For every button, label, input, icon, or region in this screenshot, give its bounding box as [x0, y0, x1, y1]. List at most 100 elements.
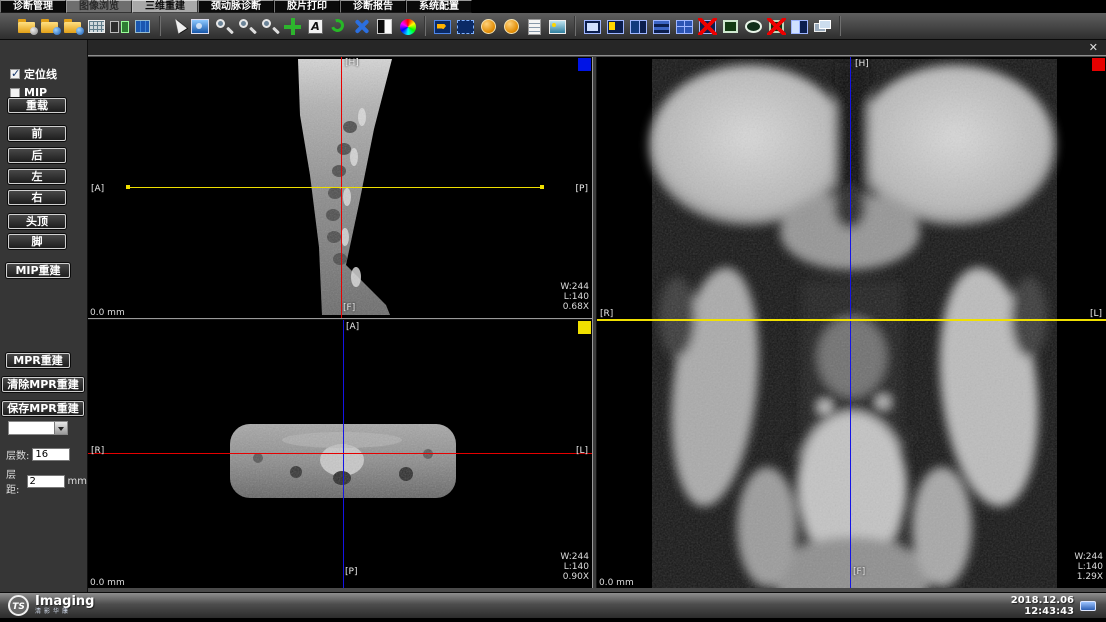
- coronal-viewport[interactable]: [H] [R] [L] [F] W:244 L:140 1.29X 0.0 mm: [597, 57, 1106, 588]
- archive-icon[interactable]: [132, 16, 153, 37]
- sagittal-crosshair-horizontal[interactable]: [128, 187, 542, 188]
- roi-ellipse-icon[interactable]: [743, 16, 764, 37]
- roi-rect-icon[interactable]: [720, 16, 741, 37]
- import-folder-icon[interactable]: [40, 16, 61, 37]
- menu-tab-3[interactable]: 三维重建: [132, 0, 198, 13]
- close-icon[interactable]: ✕: [1089, 41, 1098, 55]
- zoom-value: 0.68X: [560, 302, 589, 312]
- axial-crosshair-vertical[interactable]: [343, 320, 344, 588]
- layout-2col-icon[interactable]: [628, 16, 649, 37]
- preset-dropdown[interactable]: [8, 421, 68, 435]
- report-icon[interactable]: [524, 16, 545, 37]
- film-icon[interactable]: [455, 16, 476, 37]
- rotate-ccw-icon[interactable]: [501, 16, 522, 37]
- layout-rows-icon[interactable]: [651, 16, 672, 37]
- cursor-icon[interactable]: [167, 16, 188, 37]
- crosshair-endpoint[interactable]: [540, 185, 544, 189]
- localizer-checkbox[interactable]: [10, 69, 20, 79]
- menu-tab-7[interactable]: 系统配置: [406, 0, 472, 13]
- sagittal-stats: W:244 L:140 0.68X: [560, 282, 589, 312]
- window-value: W:244: [560, 552, 589, 562]
- coronal-position: 0.0 mm: [599, 578, 634, 588]
- zoom-value: 1.29X: [1074, 572, 1103, 582]
- axial-position: 0.0 mm: [90, 578, 125, 588]
- orientation-label-top: [H]: [345, 58, 359, 68]
- axial-crosshair-horizontal[interactable]: [88, 453, 592, 454]
- slice-gap-input[interactable]: [27, 475, 65, 488]
- dropdown-arrow-icon[interactable]: [54, 422, 67, 434]
- slice-gap-unit: mm: [68, 476, 87, 487]
- menu-tab-5[interactable]: 胶片打印: [274, 0, 340, 13]
- export-folder-icon[interactable]: [63, 16, 84, 37]
- menu-tab-6[interactable]: 诊断报告: [340, 0, 406, 13]
- toolbar-separator: [574, 16, 576, 36]
- layout-clear-icon[interactable]: [697, 16, 718, 37]
- coronal-corner-marker[interactable]: [1092, 58, 1105, 71]
- orientation-label-right: [P]: [576, 184, 588, 194]
- axial-mri-image: [88, 320, 592, 588]
- foot-button[interactable]: 脚: [8, 234, 66, 249]
- left-button[interactable]: 左: [8, 169, 66, 184]
- status-bar: TS Imaging 清影华康 2018.12.06 12:43:43: [0, 592, 1106, 618]
- preset-dropdown-value: [9, 422, 54, 434]
- coronal-mri-image: [597, 57, 1106, 588]
- brand-name: Imaging: [35, 595, 94, 608]
- head-button[interactable]: 头顶: [8, 214, 66, 229]
- mpr-rebuild-button[interactable]: MPR重建: [6, 353, 70, 368]
- save-image-icon[interactable]: [547, 16, 568, 37]
- mip-rebuild-button[interactable]: MIP重建: [6, 263, 70, 278]
- layout-overlay-icon[interactable]: [605, 16, 626, 37]
- menu-tab-2[interactable]: 图像浏览: [66, 0, 132, 13]
- coronal-crosshair-horizontal[interactable]: [597, 319, 1106, 321]
- invert-icon[interactable]: [374, 16, 395, 37]
- axial-corner-marker[interactable]: [578, 321, 591, 334]
- worklist-icon[interactable]: [86, 16, 107, 37]
- fit-window-icon[interactable]: [351, 16, 372, 37]
- toolbar-separator: [839, 16, 841, 36]
- zoom-icon[interactable]: [213, 16, 234, 37]
- pseudo-color-icon[interactable]: [397, 16, 418, 37]
- sagittal-corner-marker[interactable]: [578, 58, 591, 71]
- orientation-label-left: [R]: [91, 446, 104, 456]
- orientation-label-right: [L]: [576, 446, 588, 456]
- toolbar-separator: [424, 16, 426, 36]
- orientation-label-right: [L]: [1090, 309, 1102, 319]
- anterior-button[interactable]: 前: [8, 126, 66, 141]
- axial-viewport[interactable]: [A] [R] [L] [P] W:244 L:140 0.90X 0.0 mm: [88, 320, 592, 588]
- sagittal-viewport[interactable]: [H] [A] [P] [F] W:244 L:140 0.68X 0.0 mm: [88, 57, 592, 318]
- zoom-region-icon[interactable]: [236, 16, 257, 37]
- layout-columns-icon[interactable]: [789, 16, 810, 37]
- coronal-crosshair-vertical[interactable]: [850, 57, 851, 588]
- mpr-save-button[interactable]: 保存MPR重建: [2, 401, 84, 416]
- sidebar: 定位线 MIP 重载 前后左右头顶脚 MIP重建 MPR重建 清除MPR重建 保…: [0, 40, 88, 592]
- send-to-film-icon[interactable]: [432, 16, 453, 37]
- zoom-2x-icon[interactable]: [259, 16, 280, 37]
- refresh-icon[interactable]: [328, 16, 349, 37]
- cascade-windows-icon[interactable]: [812, 16, 833, 37]
- roi-clear-icon[interactable]: [766, 16, 787, 37]
- orientation-label-left: [A]: [91, 184, 104, 194]
- right-button[interactable]: 右: [8, 190, 66, 205]
- rotate-cw-icon[interactable]: [478, 16, 499, 37]
- image-transfer-icon[interactable]: [109, 16, 130, 37]
- annotation-icon[interactable]: [305, 16, 326, 37]
- posterior-button[interactable]: 后: [8, 148, 66, 163]
- pan-icon[interactable]: [282, 16, 303, 37]
- layout-single-icon[interactable]: [582, 16, 603, 37]
- mpr-clear-button[interactable]: 清除MPR重建: [2, 377, 84, 392]
- menu-tab-1[interactable]: 诊断管理: [0, 0, 66, 13]
- level-value: L:140: [560, 562, 589, 572]
- open-patient-folder-icon[interactable]: [17, 16, 38, 37]
- layout-2x2-icon[interactable]: [674, 16, 695, 37]
- orientation-label-bottom: [F]: [853, 567, 865, 577]
- reload-button[interactable]: 重载: [8, 98, 66, 113]
- orientation-label-bottom: [P]: [345, 567, 357, 577]
- crosshair-endpoint[interactable]: [126, 185, 130, 189]
- toolbar-separator: [159, 16, 161, 36]
- localizer-checkbox-row[interactable]: 定位线: [10, 66, 57, 82]
- window-level-icon[interactable]: [190, 16, 211, 37]
- date-value: 2018.12.06: [1011, 595, 1074, 606]
- menu-tab-4[interactable]: 颈动脉诊断: [198, 0, 274, 13]
- slice-count-input[interactable]: [32, 448, 70, 461]
- mip-checkbox[interactable]: [10, 88, 20, 98]
